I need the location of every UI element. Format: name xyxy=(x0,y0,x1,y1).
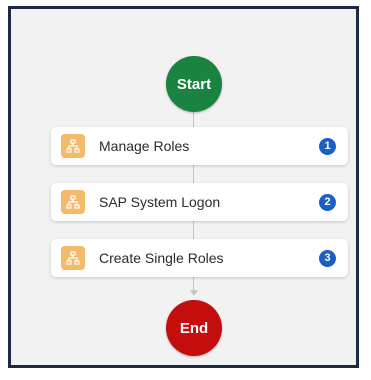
step-manage-roles[interactable]: Manage Roles 1 xyxy=(51,127,348,165)
step-label: Manage Roles xyxy=(99,138,190,154)
start-label: Start xyxy=(176,75,212,93)
step-number-badge: 1 xyxy=(319,137,336,155)
connector-step1-step2 xyxy=(193,164,194,184)
connector-step2-step3 xyxy=(193,220,194,240)
end-label: End xyxy=(179,319,209,337)
step-sap-system-logon[interactable]: SAP System Logon 2 xyxy=(51,183,348,221)
start-node[interactable]: Start xyxy=(166,56,222,112)
step-number-badge: 3 xyxy=(319,249,336,267)
flow-canvas: Start Manage Roles 1 SAP System Logon 2 xyxy=(8,6,359,368)
hierarchy-icon xyxy=(61,190,85,214)
arrowhead-to-end xyxy=(190,290,198,296)
hierarchy-icon xyxy=(61,246,85,270)
hierarchy-icon xyxy=(61,134,85,158)
step-create-single-roles[interactable]: Create Single Roles 3 xyxy=(51,239,348,277)
step-label: Create Single Roles xyxy=(99,250,224,266)
end-node[interactable]: End xyxy=(166,300,222,356)
step-number-badge: 2 xyxy=(319,193,336,211)
step-label: SAP System Logon xyxy=(99,194,221,210)
